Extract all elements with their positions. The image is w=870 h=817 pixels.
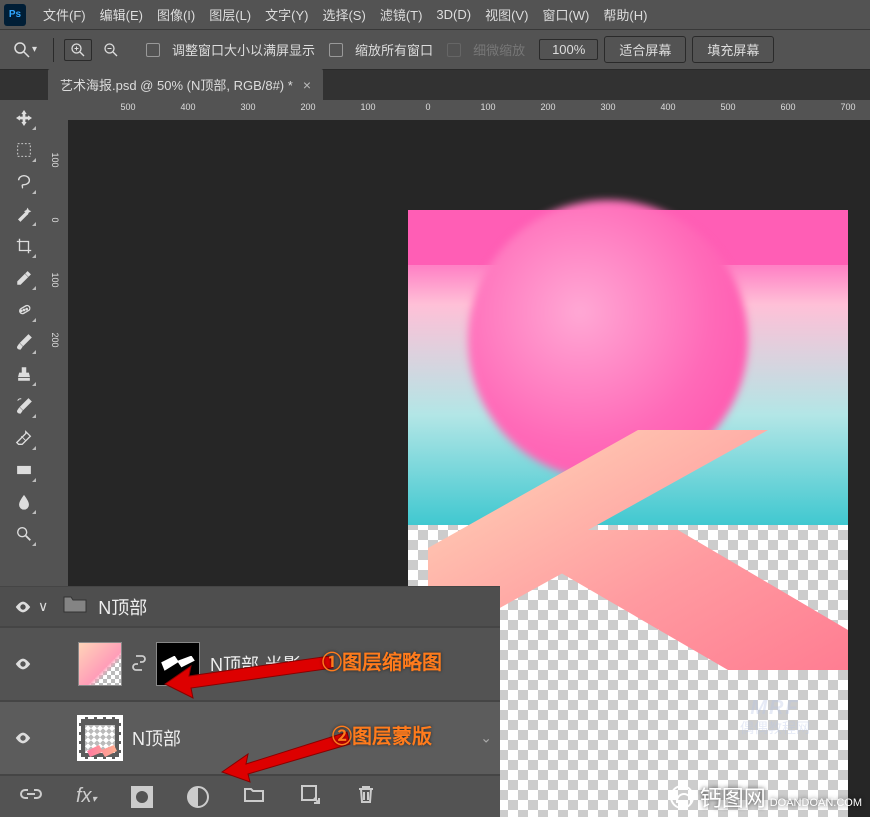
ruler-tick: 100 xyxy=(360,102,375,112)
ruler-tick: 600 xyxy=(780,102,795,112)
chevron-down-icon[interactable]: ⌄ xyxy=(480,730,492,747)
zoom-tool-preset[interactable]: ▾ xyxy=(8,40,43,60)
ruler-horizontal[interactable]: 500 400 300 200 100 0 100 200 300 400 50… xyxy=(68,100,870,120)
visibility-toggle[interactable] xyxy=(8,655,38,673)
menu-bar: Ps 文件(F) 编辑(E) 图像(I) 图层(L) 文字(Y) 选择(S) 滤… xyxy=(0,0,870,30)
wand-tool[interactable] xyxy=(10,200,38,228)
scrubby-checkbox xyxy=(447,43,461,57)
link-layers-icon[interactable] xyxy=(20,783,42,810)
menu-window[interactable]: 窗口(W) xyxy=(535,5,596,24)
ruler-tick: 0 xyxy=(425,102,430,112)
annotation-text-1: ①图层缩略图 xyxy=(322,646,442,675)
layer-name[interactable]: N顶部-光影 xyxy=(210,651,301,677)
menu-file[interactable]: 文件(F) xyxy=(36,5,93,24)
watermark-logo-icon xyxy=(670,785,694,809)
marquee-tool[interactable] xyxy=(10,136,38,164)
adjustment-layer-icon[interactable] xyxy=(187,786,209,808)
ps-logo: Ps xyxy=(4,4,26,26)
heal-tool[interactable] xyxy=(10,296,38,324)
layer-mask-thumbnail[interactable] xyxy=(156,642,200,686)
layer-group-name[interactable]: N顶部 xyxy=(98,594,147,620)
add-mask-icon[interactable] xyxy=(131,786,153,808)
ruler-tick: 100 xyxy=(50,152,60,167)
stamp-tool[interactable] xyxy=(10,360,38,388)
layer-name[interactable]: N顶部 xyxy=(132,725,181,751)
ruler-tick: 200 xyxy=(300,102,315,112)
zoom-value[interactable]: 100% xyxy=(539,39,598,60)
brush-tool[interactable] xyxy=(10,328,38,356)
ruler-tick: 500 xyxy=(720,102,735,112)
link-icon[interactable] xyxy=(132,654,146,675)
fit-screen-button[interactable]: 适合屏幕 xyxy=(604,36,686,63)
menu-filter[interactable]: 滤镜(T) xyxy=(373,5,430,24)
ruler-tick: 0 xyxy=(50,217,60,222)
ruler-tick: 200 xyxy=(50,332,60,347)
ruler-tick: 100 xyxy=(50,272,60,287)
close-tab-icon[interactable]: × xyxy=(303,77,311,93)
menu-select[interactable]: 选择(S) xyxy=(315,5,372,24)
watermark-2: 钙图网 DOANDOAN.COM xyxy=(670,781,862,813)
dodge-tool[interactable] xyxy=(10,520,38,548)
layer-style-icon[interactable]: fx▾ xyxy=(76,785,97,808)
layer-group-row[interactable]: ∨ N顶部 xyxy=(0,586,500,627)
resize-window-checkbox[interactable] xyxy=(146,43,160,57)
zoom-all-checkbox[interactable] xyxy=(329,43,343,57)
zoom-in-button[interactable] xyxy=(64,39,92,61)
blur-tool[interactable] xyxy=(10,488,38,516)
eyedropper-tool[interactable] xyxy=(10,264,38,292)
menu-layer[interactable]: 图层(L) xyxy=(202,5,258,24)
group-collapse-icon[interactable]: ∨ xyxy=(38,598,48,615)
visibility-toggle[interactable] xyxy=(8,729,38,747)
menu-3d[interactable]: 3D(D) xyxy=(429,7,478,22)
folder-icon xyxy=(62,593,88,620)
ruler-tick: 500 xyxy=(120,102,135,112)
layers-panel: ∨ N顶部 N顶部-光影 xyxy=(0,586,500,817)
ruler-tick: 300 xyxy=(600,102,615,112)
new-group-icon[interactable] xyxy=(243,783,265,810)
layer-thumbnail-selected[interactable] xyxy=(78,716,122,760)
zoom-all-label: 缩放所有窗口 xyxy=(355,40,441,59)
menu-image[interactable]: 图像(I) xyxy=(150,5,202,24)
eraser-tool[interactable] xyxy=(10,424,38,452)
delete-layer-icon[interactable] xyxy=(355,783,377,810)
ruler-tick: 700 xyxy=(840,102,855,112)
visibility-toggle[interactable] xyxy=(8,598,38,616)
menu-view[interactable]: 视图(V) xyxy=(478,5,535,24)
menu-type[interactable]: 文字(Y) xyxy=(258,5,315,24)
layer-thumbnail[interactable] xyxy=(78,642,122,686)
ruler-tick: 400 xyxy=(660,102,675,112)
menu-edit[interactable]: 编辑(E) xyxy=(93,5,150,24)
annotation-text-2: ②图层蒙版 xyxy=(332,720,432,749)
move-tool[interactable] xyxy=(10,104,38,132)
fill-screen-button[interactable]: 填充屏幕 xyxy=(692,36,774,63)
ruler-tick: 100 xyxy=(480,102,495,112)
watermark-1: MRF 偶偶教程网 xyxy=(740,696,810,737)
toolbox xyxy=(0,100,48,552)
menu-help[interactable]: 帮助(H) xyxy=(596,5,654,24)
gradient-tool[interactable] xyxy=(10,456,38,484)
lasso-tool[interactable] xyxy=(10,168,38,196)
ruler-tick: 400 xyxy=(180,102,195,112)
document-tab-bar: 艺术海报.psd @ 50% (N顶部, RGB/8#) * × xyxy=(0,70,870,100)
new-layer-icon[interactable] xyxy=(299,783,321,810)
history-brush-tool[interactable] xyxy=(10,392,38,420)
document-tab-title: 艺术海报.psd @ 50% (N顶部, RGB/8#) * xyxy=(60,75,293,94)
zoom-out-button[interactable] xyxy=(98,41,124,59)
ruler-corner xyxy=(48,100,68,120)
ruler-tick: 200 xyxy=(540,102,555,112)
scrubby-label: 细微缩放 xyxy=(473,40,533,59)
resize-window-label: 调整窗口大小以满屏显示 xyxy=(172,40,323,59)
options-bar: ▾ 调整窗口大小以满屏显示 缩放所有窗口 细微缩放 100% 适合屏幕 填充屏幕 xyxy=(0,30,870,70)
layers-panel-footer: fx▾ xyxy=(0,775,500,817)
document-tab[interactable]: 艺术海报.psd @ 50% (N顶部, RGB/8#) * × xyxy=(48,69,323,100)
ruler-tick: 300 xyxy=(240,102,255,112)
crop-tool[interactable] xyxy=(10,232,38,260)
